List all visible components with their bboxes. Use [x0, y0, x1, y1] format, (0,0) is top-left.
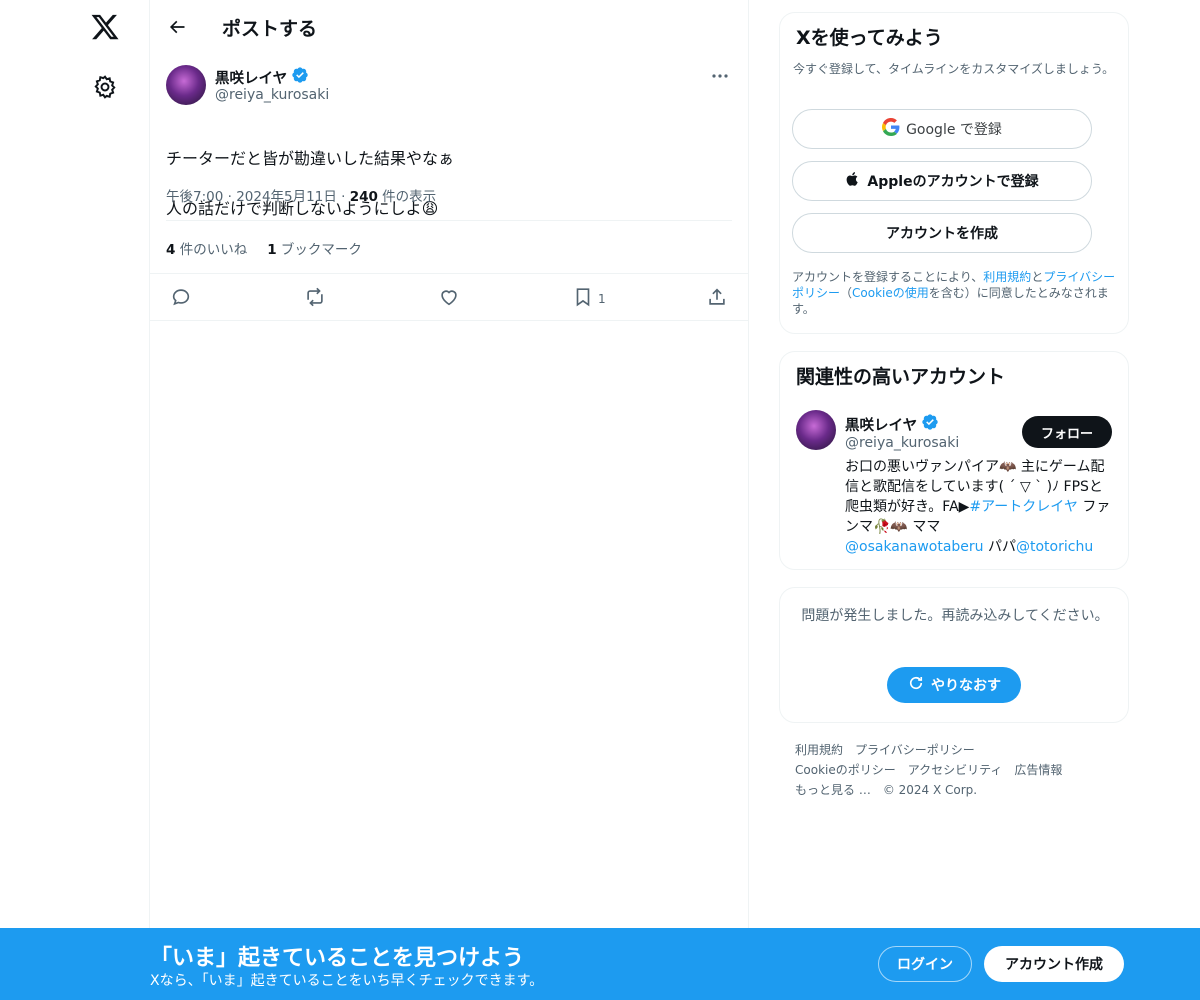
- bookmarks-label: ブックマーク: [276, 242, 362, 258]
- footer-copyright: © 2024 X Corp.: [882, 783, 978, 797]
- bio-mention-link[interactable]: @totorichu: [1016, 539, 1093, 555]
- banner-title: 「いま」起きていることを見つけよう: [150, 946, 525, 971]
- back-arrow-icon[interactable]: [164, 14, 190, 40]
- signup-button[interactable]: アカウント作成: [984, 946, 1124, 982]
- related-accounts-title: 関連性の高いアカウント: [796, 366, 1006, 388]
- bottom-banner: 「いま」起きていることを見つけよう Xなら、「いま」起きていることをいち早くチェ…: [0, 928, 1200, 1000]
- tweet-actions: 1: [150, 274, 749, 321]
- avatar[interactable]: [796, 410, 836, 450]
- bio-text: パパ: [983, 539, 1016, 555]
- page-title: ポストする: [222, 18, 318, 40]
- tweet-meta: 午後7:00 · 2024年5月11日 · 240 件の表示: [166, 185, 436, 205]
- verified-badge-icon: [921, 413, 939, 435]
- tweet-stats: 4 件のいいね 1 ブックマーク: [166, 238, 362, 258]
- create-account-button[interactable]: アカウントを作成: [792, 213, 1092, 253]
- reply-button[interactable]: [170, 286, 192, 311]
- main-column: ポストする 黒咲レイヤ @reiya_kurosaki チーターだと皆が勘違いし…: [150, 0, 749, 1000]
- reply-icon: [170, 286, 192, 311]
- bookmark-icon: [572, 286, 594, 311]
- likes-count: 4: [166, 242, 176, 258]
- share-button[interactable]: [706, 286, 728, 311]
- footer-accessibility-link[interactable]: アクセシビリティ: [908, 763, 1003, 777]
- like-button[interactable]: [438, 286, 460, 311]
- likes-label: 件のいいね: [175, 242, 248, 258]
- terms-link[interactable]: 利用規約: [983, 270, 1031, 284]
- follow-button[interactable]: フォロー: [1022, 416, 1112, 448]
- tweet-text: チーターだと皆が勘違いした結果やなぁ 人の話だけで判断しないようにしよ😩: [166, 121, 454, 246]
- error-card: 問題が発生しました。再読み込みしてください。 やりなおす: [779, 587, 1129, 723]
- bookmarks-count: 1: [267, 242, 277, 258]
- signup-card-subtitle: 今すぐ登録して、タイムラインをカスタマイズしましょう。: [793, 62, 1115, 76]
- signup-card-title: Xを使ってみよう: [796, 27, 943, 49]
- footer-privacy-link[interactable]: プライバシーポリシー: [855, 743, 975, 757]
- refresh-icon: [907, 674, 925, 696]
- cookie-link[interactable]: Cookieの使用: [852, 286, 929, 300]
- x-logo-icon[interactable]: [90, 12, 120, 42]
- related-name-row[interactable]: 黒咲レイヤ: [845, 413, 939, 435]
- author-handle[interactable]: @reiya_kurosaki: [215, 87, 329, 103]
- apple-icon: [845, 170, 861, 192]
- repost-button[interactable]: [304, 286, 326, 311]
- bio-mention-link[interactable]: @osakanawotaberu: [845, 539, 984, 555]
- likes-stat[interactable]: 4 件のいいね: [166, 238, 247, 258]
- apple-signup-button[interactable]: Appleのアカウントで登録: [792, 161, 1092, 201]
- like-icon: [438, 286, 460, 311]
- error-message: 問題が発生しました。再読み込みしてください。: [801, 608, 1109, 624]
- footer-ads-link[interactable]: 広告情報: [1014, 763, 1062, 777]
- google-signup-button[interactable]: Google で登録: [792, 109, 1092, 149]
- bio-hashtag-link[interactable]: #アートクレイヤ: [969, 499, 1077, 515]
- signup-card: Xを使ってみよう 今すぐ登録して、タイムラインをカスタマイズしましょう。 Goo…: [779, 12, 1129, 334]
- gear-icon[interactable]: [92, 74, 118, 100]
- terms-prefix: アカウントを登録することにより、: [792, 270, 984, 284]
- apple-signup-label: Appleのアカウントで登録: [867, 174, 1039, 190]
- terms-and: と: [1031, 270, 1044, 284]
- banner-subtitle: Xなら、「いま」起きていることをいち早くチェックできます。: [150, 973, 544, 989]
- tweet-time[interactable]: 午後7:00 · 2024年5月11日 ·: [166, 189, 350, 205]
- author-name[interactable]: 黒咲レイヤ: [215, 67, 287, 88]
- more-icon[interactable]: [708, 66, 732, 86]
- cookie-open: （: [840, 286, 853, 300]
- views-count: 240: [349, 189, 378, 205]
- views-label: 件の表示: [377, 189, 437, 205]
- related-bio: お口の悪いヴァンパイア🦇 主にゲーム配信と歌配信をしています( ´ ▽ ` )ﾉ…: [845, 457, 1115, 557]
- related-handle[interactable]: @reiya_kurosaki: [845, 435, 959, 451]
- footer-links: 利用規約 プライバシーポリシー Cookieのポリシー アクセシビリティ 広告情報 も…: [795, 740, 1115, 800]
- create-account-label: アカウントを作成: [886, 226, 998, 242]
- share-icon: [706, 286, 728, 311]
- tweet-text-line: チーターだと皆が勘違いした結果やなぁ: [166, 149, 455, 168]
- signup-terms: アカウントを登録することにより、利用規約とプライバシーポリシー（Cookieの使…: [792, 269, 1122, 317]
- divider: [166, 220, 732, 221]
- login-button[interactable]: ログイン: [878, 946, 972, 982]
- author-avatar[interactable]: [166, 65, 206, 105]
- footer-more-link[interactable]: もっと見る …: [795, 783, 871, 797]
- google-signup-label: Google で登録: [906, 122, 1002, 138]
- footer-cookie-link[interactable]: Cookieのポリシー: [795, 763, 896, 777]
- bookmark-count: 1: [598, 291, 606, 306]
- left-rail: [0, 0, 150, 1000]
- google-icon: [882, 118, 900, 140]
- related-accounts-card: 関連性の高いアカウント 黒咲レイヤ @reiya_kurosaki フォロー お…: [779, 351, 1129, 570]
- retry-button[interactable]: やりなおす: [887, 667, 1021, 703]
- author-name-row[interactable]: 黒咲レイヤ: [215, 66, 309, 88]
- bookmark-button[interactable]: 1: [572, 286, 606, 311]
- page-header: ポストする: [150, 0, 748, 53]
- related-name[interactable]: 黒咲レイヤ: [845, 414, 917, 435]
- retry-label: やりなおす: [931, 678, 1001, 694]
- repost-icon: [304, 286, 326, 311]
- verified-badge-icon: [291, 66, 309, 88]
- footer-terms-link[interactable]: 利用規約: [795, 743, 843, 757]
- bookmarks-stat[interactable]: 1 ブックマーク: [267, 238, 362, 258]
